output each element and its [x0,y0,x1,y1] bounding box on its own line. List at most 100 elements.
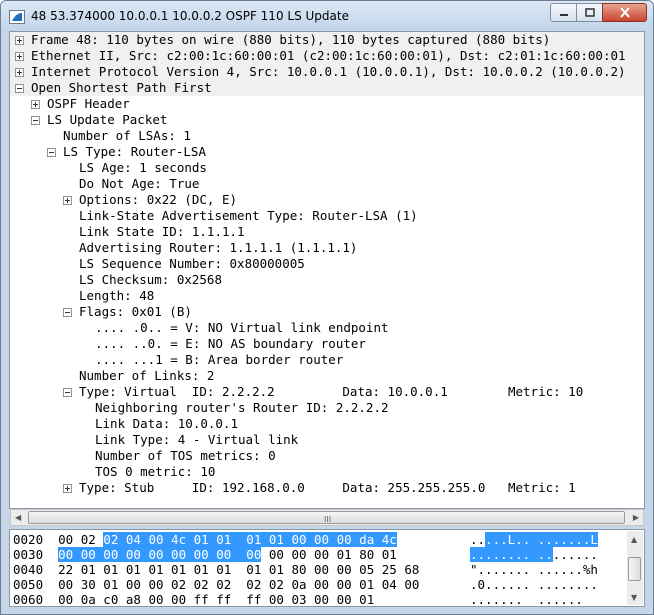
scroll-up-icon[interactable]: ▲ [631,535,637,544]
tree-row-label: .... ..0. = E: NO AS boundary router [95,336,366,351]
expand-icon[interactable] [15,68,24,77]
tree-row[interactable]: Do Not Age: True [10,176,644,192]
minimize-button[interactable] [550,3,577,22]
packet-details-tree[interactable]: Frame 48: 110 bytes on wire (880 bits), … [9,31,645,509]
hex-offset: 0050 [13,577,59,592]
tree-row[interactable]: Number of TOS metrics: 0 [10,448,644,464]
tree-row[interactable]: OSPF Header [10,96,644,112]
tree-row-label: LS Sequence Number: 0x80000005 [79,256,305,271]
hex-ascii[interactable]: .0...... ........ [470,577,598,592]
tree-row[interactable]: .... ...1 = B: Area border router [10,352,644,368]
tree-row[interactable]: LS Type: Router-LSA [10,144,644,160]
minimize-icon [559,13,568,16]
tree-row-label: .... .0.. = V: NO Virtual link endpoint [95,320,389,335]
hex-row[interactable]: 0060 00 0a c0 a8 00 00 ff ff ff 00 03 00… [13,592,374,607]
packet-details-window: 48 53.374000 10.0.0.1 10.0.0.2 OSPF 110 … [0,0,654,615]
hex-offset: 0020 [13,532,59,547]
maximize-icon [584,7,595,17]
tree-row[interactable]: Options: 0x22 (DC, E) [10,192,644,208]
tree-row-label: LS Age: 1 seconds [79,160,207,175]
tree-row[interactable]: Open Shortest Path First [10,80,644,96]
window-title: 48 53.374000 10.0.0.1 10.0.0.2 OSPF 110 … [31,9,349,23]
hex-ascii[interactable]: ........ ........ [470,547,598,562]
tree-row-label: Internet Protocol Version 4, Src: 10.0.0… [31,64,626,79]
tree-row[interactable]: Link State ID: 1.1.1.1 [10,224,644,240]
vertical-scroll-thumb[interactable] [628,557,641,581]
tree-row-label: OSPF Header [47,96,130,111]
tree-row-label: Open Shortest Path First [31,80,212,95]
expand-icon[interactable] [63,484,72,493]
tree-row[interactable]: LS Age: 1 seconds [10,160,644,176]
expand-icon[interactable] [15,36,24,45]
hex-bytes: 00 00 00 01 80 01 [261,547,397,562]
scroll-left-icon[interactable]: ◀ [15,513,21,522]
tree-row[interactable]: Number of Links: 2 [10,368,644,384]
tree-row-label: Number of TOS metrics: 0 [95,448,276,463]
expand-icon[interactable] [63,196,72,205]
tree-row[interactable]: Link Type: 4 - Virtual link [10,432,644,448]
collapse-icon[interactable] [63,308,72,317]
tree-row[interactable]: Ethernet II, Src: c2:00:1c:60:00:01 (c2:… [10,48,644,64]
tree-row-label: Advertising Router: 1.1.1.1 (1.1.1.1) [79,240,358,255]
close-button[interactable] [602,3,647,22]
hex-ascii[interactable]: .....L.. .......L [470,532,598,547]
tree-row-label: Type: Stub ID: 192.168.0.0 Data: 255.255… [79,480,576,495]
hex-ascii[interactable]: ....... ...... [470,592,583,607]
tree-row[interactable]: Advertising Router: 1.1.1.1 (1.1.1.1) [10,240,644,256]
hex-row[interactable]: 0030 00 00 00 00 00 00 00 00 00 00 00 00… [13,547,397,562]
tree-row-label: Do Not Age: True [79,176,200,191]
hex-ascii[interactable]: "....... ......%h [470,562,598,577]
tree-row-label: LS Update Packet [47,112,168,127]
tree-row[interactable]: LS Update Packet [10,112,644,128]
tree-row[interactable]: Internet Protocol Version 4, Src: 10.0.0… [10,64,644,80]
hex-row[interactable]: 0050 00 30 01 00 00 02 02 02 02 02 0a 00… [13,577,419,592]
tree-row[interactable]: Link-State Advertisement Type: Router-LS… [10,208,644,224]
hex-offset: 0060 [13,592,59,607]
horizontal-scroll-thumb[interactable]: III [28,511,625,524]
hex-row[interactable]: 0020 00 02 02 04 00 4c 01 01 01 01 00 00… [13,532,397,547]
scroll-grip: III [324,515,332,524]
tree-row-label: Number of Links: 2 [79,368,215,383]
tree-row[interactable]: LS Sequence Number: 0x80000005 [10,256,644,272]
tree-row[interactable]: .... .0.. = V: NO Virtual link endpoint [10,320,644,336]
tree-row-label: Link State ID: 1.1.1.1 [79,224,245,239]
vertical-scrollbar[interactable]: ▲ ▼ [627,531,643,605]
hex-row[interactable]: 0040 22 01 01 01 01 01 01 01 01 01 80 00… [13,562,419,577]
hex-bytes-selected: 02 04 00 4c 01 01 01 01 00 00 00 da 4c [103,532,397,547]
collapse-icon[interactable] [31,116,40,125]
scroll-right-icon[interactable]: ▶ [633,513,639,522]
title-bar[interactable]: 48 53.374000 10.0.0.1 10.0.0.2 OSPF 110 … [1,1,653,31]
tree-row[interactable]: LS Checksum: 0x2568 [10,272,644,288]
tree-row-label: Neighboring router's Router ID: 2.2.2.2 [95,400,389,415]
wireshark-fin-icon [9,10,25,24]
collapse-icon[interactable] [47,148,56,157]
tree-row[interactable]: Type: Stub ID: 192.168.0.0 Data: 255.255… [10,480,644,496]
tree-row-label: Link Data: 10.0.0.1 [95,416,238,431]
tree-row[interactable]: Frame 48: 110 bytes on wire (880 bits), … [10,32,644,48]
tree-row[interactable]: Neighboring router's Router ID: 2.2.2.2 [10,400,644,416]
tree-row[interactable]: Flags: 0x01 (B) [10,304,644,320]
tree-row-label: Link-State Advertisement Type: Router-LS… [79,208,418,223]
hex-bytes: 22 01 01 01 01 01 01 01 01 01 80 00 00 0… [58,562,420,577]
maximize-button[interactable] [576,3,603,22]
ascii-text: "....... ......%h [470,562,598,577]
tree-row-label: Ethernet II, Src: c2:00:1c:60:00:01 (c2:… [31,48,626,63]
horizontal-scrollbar[interactable]: ◀ III ▶ [10,509,644,526]
tree-row[interactable]: Length: 48 [10,288,644,304]
tree-row[interactable]: .... ..0. = E: NO AS boundary router [10,336,644,352]
tree-row[interactable]: Link Data: 10.0.0.1 [10,416,644,432]
tree-row-label: Flags: 0x01 (B) [79,304,192,319]
tree-row[interactable]: Number of LSAs: 1 [10,128,644,144]
tree-row-label: LS Type: Router-LSA [63,144,206,159]
packet-bytes-pane[interactable]: ▲ ▼ 0020 00 02 02 04 00 4c 01 01 01 01 0… [9,529,645,607]
ascii-text: ....... ...... [470,592,583,607]
expand-icon[interactable] [31,100,40,109]
expand-icon[interactable] [15,52,24,61]
tree-row[interactable]: TOS 0 metric: 10 [10,464,644,480]
hex-bytes: 00 30 01 00 00 02 02 02 02 02 0a 00 00 0… [58,577,420,592]
collapse-icon[interactable] [63,388,72,397]
tree-row[interactable]: Type: Virtual ID: 2.2.2.2 Data: 10.0.0.1… [10,384,644,400]
collapse-icon[interactable] [15,84,24,93]
ascii-text: ...... [552,547,598,562]
scroll-down-icon[interactable]: ▼ [631,593,637,602]
